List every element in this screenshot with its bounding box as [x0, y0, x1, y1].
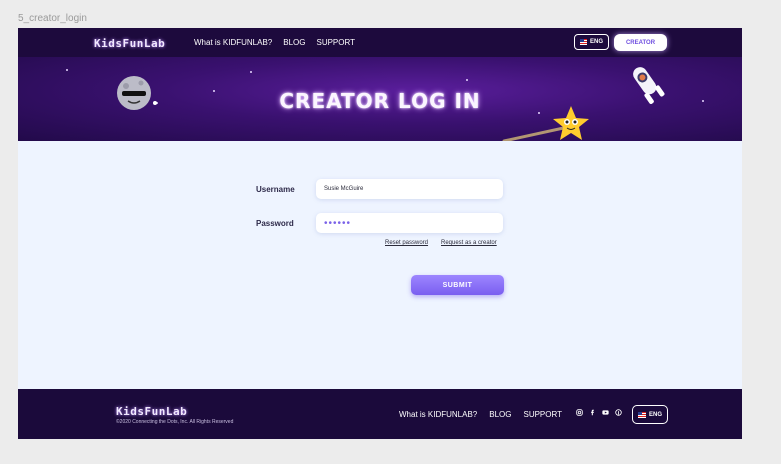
nav-link-blog[interactable]: BLOG	[283, 38, 305, 47]
rocket-icon	[633, 67, 665, 104]
username-label: Username	[256, 185, 295, 194]
footer-logo[interactable]: KidsFunLab	[116, 405, 187, 418]
login-page: KidsFunLab What is KIDFUNLAB? BLOG SUPPO…	[18, 28, 742, 439]
star-icon	[250, 71, 252, 73]
youtube-icon[interactable]	[602, 409, 609, 416]
star-icon	[466, 79, 468, 81]
instagram-icon[interactable]	[576, 409, 583, 416]
top-nav: KidsFunLab What is KIDFUNLAB? BLOG SUPPO…	[18, 28, 742, 57]
footer-language-label: ENG	[648, 411, 662, 418]
social-icons	[576, 409, 622, 416]
creator-button[interactable]: CREATOR	[614, 34, 667, 51]
footer-link-support[interactable]: SUPPORT	[523, 410, 562, 419]
brand-logo[interactable]: KidsFunLab	[94, 37, 165, 50]
star-icon	[66, 69, 68, 71]
request-creator-link[interactable]: Request as a creator	[441, 240, 497, 246]
language-label: ENG	[589, 39, 603, 45]
nav-link-what-is[interactable]: What is KIDFUNLAB?	[194, 38, 272, 47]
nav-link-support[interactable]: SUPPORT	[316, 38, 355, 47]
facebook-icon[interactable]	[589, 409, 596, 416]
footer-link-blog[interactable]: BLOG	[489, 410, 511, 419]
submit-button[interactable]: SUBMIT	[411, 275, 504, 295]
username-value: Susie McGuire	[324, 186, 364, 192]
password-input[interactable]: ••••••	[316, 213, 503, 233]
footer-language-button[interactable]: ENG	[632, 405, 668, 424]
nav-links: What is KIDFUNLAB? BLOG SUPPORT	[194, 38, 355, 47]
footer-link-what-is[interactable]: What is KIDFUNLAB?	[399, 410, 477, 419]
pinterest-icon[interactable]	[615, 409, 622, 416]
password-value: ••••••	[324, 217, 352, 229]
us-flag-icon	[580, 39, 587, 45]
copyright-text: ©2020 Connecting the Dots, Inc. All Righ…	[116, 419, 234, 425]
us-flag-icon	[638, 411, 646, 418]
hero-banner: CREATOR LOG IN	[18, 57, 742, 141]
username-input[interactable]: Susie McGuire	[316, 179, 503, 199]
password-label: Password	[256, 219, 294, 228]
frame-label: 5_creator_login	[18, 13, 87, 24]
language-button[interactable]: ENG	[574, 34, 609, 50]
reset-password-link[interactable]: Reset password	[385, 240, 428, 246]
footer-links: What is KIDFUNLAB? BLOG SUPPORT	[399, 410, 562, 419]
star-mascot-icon	[553, 106, 589, 140]
footer: KidsFunLab ©2020 Connecting the Dots, In…	[18, 389, 742, 439]
